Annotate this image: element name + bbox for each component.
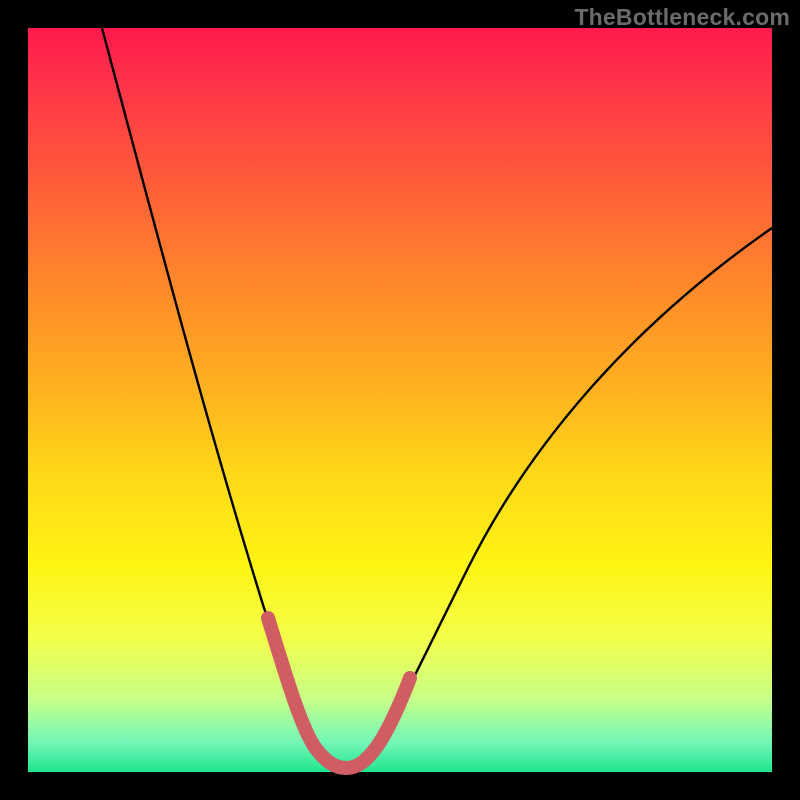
chart-frame: TheBottleneck.com (0, 0, 800, 800)
curve-layer (28, 28, 772, 772)
plot-area (28, 28, 772, 772)
watermark-text: TheBottleneck.com (574, 4, 790, 31)
bottleneck-curve (102, 28, 772, 766)
highlight-band (268, 618, 410, 768)
